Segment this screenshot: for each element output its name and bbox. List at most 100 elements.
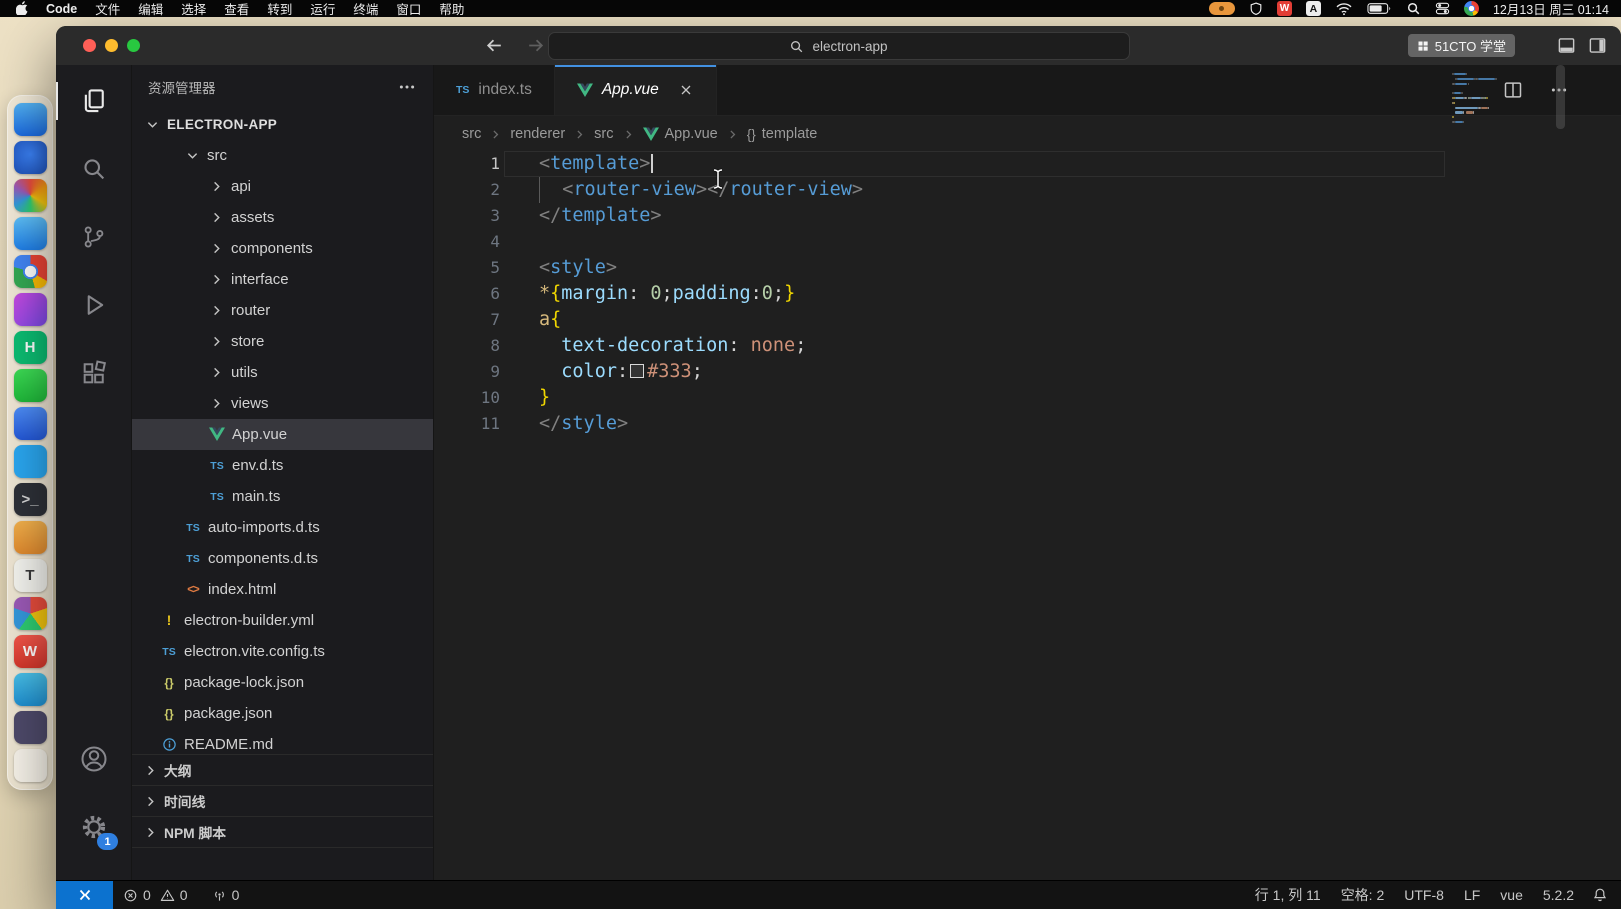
- tree-item-index-html[interactable]: <>index.html: [132, 574, 433, 605]
- activity-explorer-icon[interactable]: [56, 67, 131, 135]
- dock-icon-qq[interactable]: [14, 217, 47, 250]
- tree-item-auto-imports-d-ts[interactable]: TSauto-imports.d.ts: [132, 512, 433, 543]
- tree-item-electron-vite-config-ts[interactable]: TSelectron.vite.config.ts: [132, 636, 433, 667]
- code-line-3[interactable]: 3</template>: [434, 203, 1621, 229]
- tree-item-readme-md[interactable]: README.md: [132, 729, 433, 755]
- status-item-0[interactable]: 行 1, 列 11: [1245, 885, 1331, 905]
- code-line-2[interactable]: 2 <router-view></router-view>: [434, 177, 1621, 203]
- sidebar-section-1[interactable]: 时间线: [132, 785, 433, 816]
- back-icon[interactable]: [484, 35, 505, 61]
- remote-indicator[interactable]: [56, 881, 113, 909]
- battery-icon[interactable]: [1367, 2, 1392, 15]
- sidebar-section-2[interactable]: NPM 脚本: [132, 816, 433, 848]
- code-line-7[interactable]: 7a{: [434, 307, 1621, 333]
- code-line-8[interactable]: 8 text-decoration: none;: [434, 333, 1621, 359]
- menubar-menu-5[interactable]: 运行: [301, 0, 344, 18]
- tree-item-components[interactable]: components: [132, 233, 433, 264]
- recording-indicator-icon[interactable]: [1209, 2, 1235, 15]
- explorer-more-actions-icon[interactable]: [397, 77, 417, 97]
- dock-icon-trash[interactable]: [14, 749, 47, 782]
- dock-icon-purple-app[interactable]: [14, 293, 47, 326]
- tree-item-interface[interactable]: interface: [132, 264, 433, 295]
- code-line-11[interactable]: 11</style>: [434, 411, 1621, 437]
- wps-badge-icon[interactable]: W: [1277, 1, 1292, 16]
- tree-item-views[interactable]: views: [132, 388, 433, 419]
- dock-icon-chrome[interactable]: [14, 255, 47, 288]
- tab-app-vue[interactable]: App.vue: [555, 65, 717, 115]
- minimize-window-button[interactable]: [105, 39, 118, 52]
- ports-indicator[interactable]: 0: [202, 881, 254, 909]
- status-item-1[interactable]: 空格: 2: [1331, 885, 1395, 905]
- breadcrumb-item-src[interactable]: src: [462, 126, 481, 142]
- breadcrumb-item-app-vue[interactable]: App.vue: [643, 126, 718, 142]
- menubar-menu-4[interactable]: 转到: [258, 0, 301, 18]
- shield-icon[interactable]: [1249, 1, 1263, 16]
- menubar-menu-7[interactable]: 窗口: [387, 0, 430, 18]
- code-line-5[interactable]: 5<style>: [434, 255, 1621, 281]
- layout-panel-icon[interactable]: [1557, 36, 1576, 55]
- menubar-menu-6[interactable]: 终端: [344, 0, 387, 18]
- wifi-icon[interactable]: [1335, 2, 1353, 16]
- tab-index-ts[interactable]: TSindex.ts: [434, 65, 555, 115]
- dock-icon-typora[interactable]: T: [14, 559, 47, 592]
- dock-icon-orange-app[interactable]: [14, 521, 47, 554]
- dock-icon-launchpad[interactable]: [14, 179, 47, 212]
- status-item-5[interactable]: 5.2.2: [1533, 887, 1584, 903]
- activity-run-debug-icon[interactable]: [56, 271, 131, 339]
- menubar-menu-8[interactable]: 帮助: [430, 0, 473, 18]
- tree-item-package-lock-json[interactable]: {}package-lock.json: [132, 667, 433, 698]
- dock-icon-vscode[interactable]: [14, 445, 47, 478]
- tree-item-main-ts[interactable]: TSmain.ts: [132, 481, 433, 512]
- menubar-menu-1[interactable]: 编辑: [129, 0, 172, 18]
- dock-icon-hbuilderx[interactable]: H: [14, 331, 47, 364]
- titlebar[interactable]: electron-app 51CTO 学堂: [56, 26, 1621, 66]
- input-method-icon[interactable]: A: [1306, 1, 1321, 16]
- code-line-10[interactable]: 10}: [434, 385, 1621, 411]
- code-line-6[interactable]: 6*{margin: 0;padding:0;}: [434, 281, 1621, 307]
- dock-icon-wechat[interactable]: [14, 369, 47, 402]
- activity-extensions-icon[interactable]: [56, 339, 131, 407]
- problems-indicator[interactable]: 0 0: [113, 881, 202, 909]
- breadcrumb-item-renderer[interactable]: renderer: [510, 126, 565, 142]
- customize-layout-icon[interactable]: [1588, 36, 1607, 55]
- forward-icon[interactable]: [525, 35, 546, 61]
- notifications-bell-icon[interactable]: [1584, 887, 1621, 903]
- status-item-3[interactable]: LF: [1454, 887, 1490, 903]
- close-window-button[interactable]: [83, 39, 96, 52]
- tree-item-env-d-ts[interactable]: TSenv.d.ts: [132, 450, 433, 481]
- apple-menu[interactable]: [8, 0, 37, 18]
- tree-item-router[interactable]: router: [132, 295, 433, 326]
- dock-icon-teal-app[interactable]: [14, 673, 47, 706]
- tree-item-package-json[interactable]: {}package.json: [132, 698, 433, 729]
- app-menu[interactable]: Code: [37, 2, 86, 16]
- scrollbar-thumb[interactable]: [1556, 65, 1565, 129]
- sidebar-section-0[interactable]: 大纲: [132, 754, 433, 785]
- tree-item-store[interactable]: store: [132, 326, 433, 357]
- tree-item-api[interactable]: api: [132, 171, 433, 202]
- browser-icon[interactable]: [1464, 1, 1479, 16]
- menubar-clock[interactable]: 12月13日 周三 01:14: [1493, 0, 1613, 18]
- breadcrumb-item-template[interactable]: {}template: [747, 126, 818, 142]
- activity-accounts-icon[interactable]: [56, 725, 131, 793]
- breadcrumb-item-src[interactable]: src: [594, 126, 613, 142]
- dock-icon-dark-app[interactable]: [14, 711, 47, 744]
- tree-item-assets[interactable]: assets: [132, 202, 433, 233]
- tree-item-electron-builder-yml[interactable]: !electron-builder.yml: [132, 605, 433, 636]
- status-item-2[interactable]: UTF-8: [1394, 887, 1454, 903]
- activity-settings-gear-icon[interactable]: 1: [56, 793, 131, 861]
- close-tab-icon[interactable]: [678, 82, 694, 98]
- menubar-menu-2[interactable]: 选择: [172, 0, 215, 18]
- dock-icon-paint-palette[interactable]: [14, 597, 47, 630]
- zoom-window-button[interactable]: [127, 39, 140, 52]
- tree-project-root[interactable]: ELECTRON-APP: [132, 109, 433, 140]
- command-center-search[interactable]: electron-app: [548, 32, 1130, 60]
- status-item-4[interactable]: vue: [1490, 887, 1533, 903]
- tree-item-utils[interactable]: utils: [132, 357, 433, 388]
- code-line-1[interactable]: 1<template>: [434, 151, 1621, 177]
- activity-search-icon[interactable]: [56, 135, 131, 203]
- menubar-menu-3[interactable]: 查看: [215, 0, 258, 18]
- spotlight-icon[interactable]: [1406, 1, 1421, 16]
- dock-icon-wps[interactable]: W: [14, 635, 47, 668]
- activity-source-control-icon[interactable]: [56, 203, 131, 271]
- tree-item-app-vue[interactable]: App.vue: [132, 419, 433, 450]
